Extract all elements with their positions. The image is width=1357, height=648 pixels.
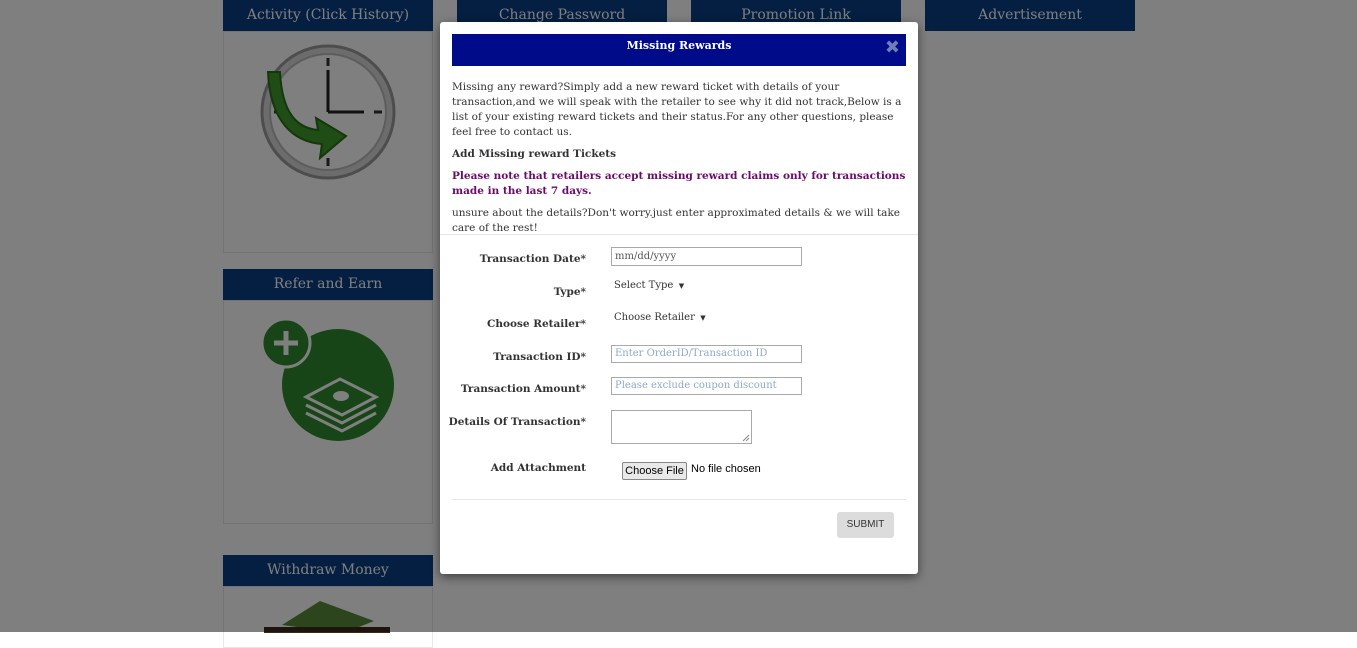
intro-text: Missing any reward?Simply add a new rewa… bbox=[452, 81, 902, 138]
divider bbox=[452, 499, 906, 500]
type-label: Type* bbox=[553, 286, 586, 298]
transaction-date-label: Transaction Date* bbox=[479, 253, 586, 265]
unsure-text: unsure about the details?Don't worry.jus… bbox=[452, 207, 901, 234]
modal-title: Missing Rewards bbox=[626, 39, 732, 52]
transaction-id-input[interactable]: Enter OrderID/Transaction ID bbox=[611, 345, 802, 363]
caret-down-icon: ▼ bbox=[676, 282, 685, 290]
submit-button[interactable]: SUBMIT bbox=[837, 512, 894, 538]
retailer-select[interactable]: Choose Retailer ▼ bbox=[614, 312, 706, 323]
transaction-id-label: Transaction ID* bbox=[493, 351, 586, 363]
notice-text: Please note that retailers accept missin… bbox=[452, 170, 906, 197]
attachment-label: Add Attachment bbox=[490, 462, 586, 474]
retailer-label: Choose Retailer* bbox=[487, 318, 586, 330]
transaction-amount-label: Transaction Amount* bbox=[460, 383, 586, 395]
transaction-amount-input[interactable]: Please exclude coupon discount bbox=[611, 377, 802, 395]
divider bbox=[440, 234, 918, 235]
intro-section: Missing any reward?Simply add a new rewa… bbox=[452, 80, 908, 243]
section-title: Add Missing reward Tickets bbox=[452, 148, 617, 160]
caret-down-icon: ▼ bbox=[698, 314, 706, 322]
details-label: Details Of Transaction* bbox=[448, 416, 586, 428]
type-select[interactable]: Select Type ▼ bbox=[614, 280, 684, 291]
file-status: No file chosen bbox=[691, 463, 761, 475]
details-textarea[interactable] bbox=[611, 410, 752, 444]
retailer-select-value: Choose Retailer bbox=[614, 312, 695, 323]
missing-rewards-modal: Missing Rewards ✖ Missing any reward?Sim… bbox=[440, 22, 918, 574]
choose-file-button[interactable]: Choose File bbox=[622, 462, 687, 480]
transaction-date-input[interactable]: mm/dd/yyyy bbox=[611, 247, 802, 266]
close-icon[interactable]: ✖ bbox=[885, 37, 900, 58]
modal-header: Missing Rewards ✖ bbox=[452, 34, 906, 66]
type-select-value: Select Type bbox=[614, 280, 674, 291]
resize-handle-icon[interactable] bbox=[742, 434, 750, 442]
